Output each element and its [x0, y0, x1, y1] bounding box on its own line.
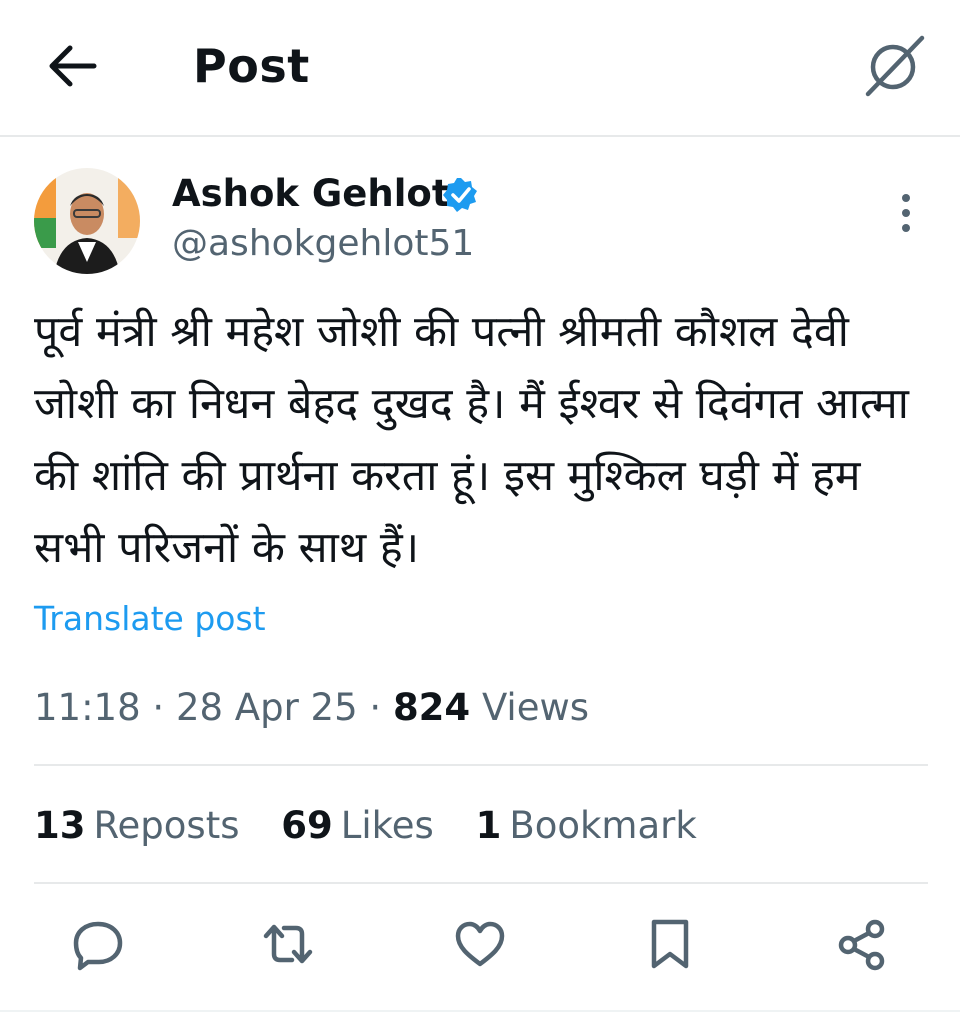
likes-stat[interactable]: 69 Likes [281, 800, 434, 852]
post-meta: 11:18 · 28 Apr 25 · 824 Views [34, 682, 589, 734]
post-date[interactable]: 28 Apr 25 [176, 686, 358, 729]
repost-button[interactable] [258, 914, 318, 974]
bookmark-icon [651, 919, 689, 969]
reply-button[interactable] [68, 914, 128, 974]
more-options-button[interactable] [888, 188, 924, 238]
grok-button[interactable] [862, 32, 928, 98]
arrow-left-icon [49, 45, 97, 87]
like-button[interactable] [450, 914, 510, 974]
author-handle[interactable]: @ashokgehlot51 [172, 220, 474, 268]
bookmarks-stat[interactable]: 1 Bookmark [476, 800, 697, 852]
author-display-name[interactable]: Ashok Gehlot [172, 170, 450, 218]
likes-count: 69 [281, 804, 333, 847]
post-time[interactable]: 11:18 [34, 686, 141, 729]
likes-label: Likes [340, 804, 434, 847]
share-icon [838, 919, 885, 971]
post-text: पूर्व मंत्री श्री महेश जोशी की पत्नी श्र… [34, 307, 909, 573]
bottom-divider [0, 1010, 960, 1012]
views-label: Views [481, 686, 590, 729]
grok-icon [865, 35, 925, 97]
bookmarks-label: Bookmark [509, 804, 697, 847]
share-button[interactable] [832, 914, 892, 974]
like-icon [455, 921, 505, 967]
more-vertical-icon [902, 194, 910, 232]
reposts-label: Reposts [93, 804, 240, 847]
divider [34, 882, 928, 884]
translate-post-link[interactable]: Translate post [34, 596, 266, 642]
views-count: 824 [392, 686, 471, 729]
avatar[interactable] [34, 168, 140, 274]
meta-separator: · [369, 686, 382, 729]
reposts-stat[interactable]: 13 Reposts [34, 800, 240, 852]
back-button[interactable] [44, 38, 104, 94]
repost-icon [263, 924, 313, 964]
meta-separator: · [152, 686, 165, 729]
bookmark-button[interactable] [640, 914, 700, 974]
bookmarks-count: 1 [475, 804, 502, 847]
reply-icon [73, 921, 123, 971]
profile-photo [34, 168, 140, 274]
verified-badge-icon [443, 178, 477, 212]
top-bar: Post [0, 0, 960, 137]
reposts-count: 13 [34, 804, 86, 847]
post-detail-screen: Post Ashok Gehlot @ashokgehlot51 पूर्व म… [0, 0, 960, 1024]
engagement-stats: 13 Reposts 69 Likes 1 Bookmark [34, 800, 727, 852]
divider [34, 764, 928, 766]
page-title: Post [193, 39, 310, 93]
